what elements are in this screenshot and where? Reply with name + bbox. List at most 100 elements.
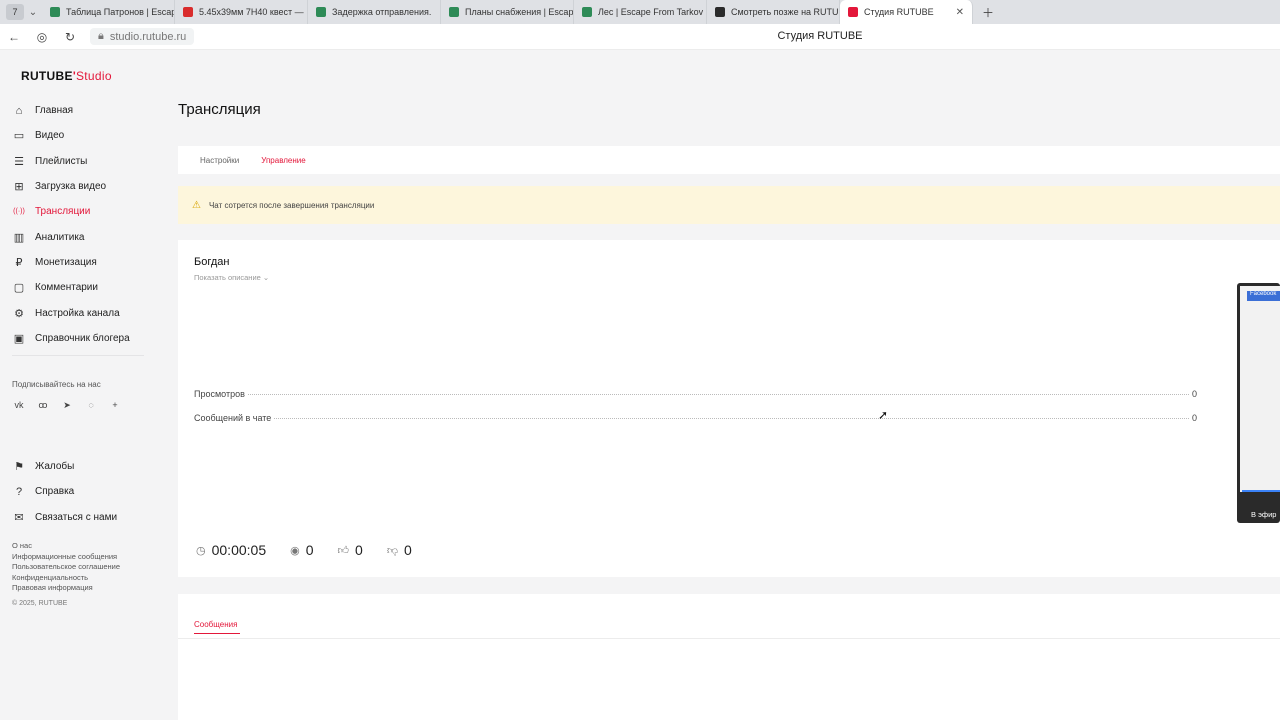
favicon-icon bbox=[715, 7, 725, 17]
footer-link[interactable]: Правовая информация bbox=[12, 583, 120, 594]
broadcast-icon: ((·)) bbox=[13, 208, 25, 216]
favicon-icon bbox=[582, 7, 592, 17]
show-description-toggle[interactable]: Показать описание ⌄ bbox=[194, 273, 269, 282]
chat-warning-alert: ⚠ Чат сотрется после завершения трансляц… bbox=[178, 186, 1280, 224]
tab-counter[interactable]: 7 bbox=[6, 4, 24, 20]
browser-tab[interactable]: Задержка отправления. bbox=[308, 0, 441, 24]
sidebar-divider bbox=[12, 355, 144, 356]
sidebar-item-label: Справочник блогера bbox=[35, 332, 130, 344]
preview-frame bbox=[1240, 286, 1280, 492]
browser-tab[interactable]: Лес | Escape From Tarkov bbox=[574, 0, 707, 24]
subscribe-label: Подписывайтесь на нас bbox=[12, 380, 101, 389]
tab-settings[interactable]: Настройки bbox=[200, 156, 239, 165]
sidebar-nav: ⌂ Главная ▭ Видео ☰ Плейлисты ⊞ Загрузка видео (… bbox=[12, 98, 150, 351]
new-tab-button[interactable]: ＋ bbox=[979, 3, 997, 21]
sidebar-item-home[interactable]: ⌂ Главная bbox=[12, 98, 150, 123]
messages-card: Сообщения bbox=[178, 594, 1280, 720]
dislikes-counter: 👎︎ 0 bbox=[386, 542, 412, 558]
footer-link[interactable]: Конфиденциальность bbox=[12, 573, 120, 584]
browser-tab-label: Планы снабжения | Escap bbox=[465, 7, 574, 17]
preview-badge: Facebook bbox=[1247, 291, 1280, 301]
sidebar-item-label: Справка bbox=[35, 486, 75, 498]
mouse-cursor-icon: ➚ bbox=[878, 408, 889, 422]
browser-tab[interactable]: Таблица Патронов | Escap bbox=[42, 0, 175, 24]
favicon-icon bbox=[449, 7, 459, 17]
sidebar-item-broadcast[interactable]: ((·)) Трансляции bbox=[12, 199, 150, 224]
sidebar-item-label: Загрузка видео bbox=[35, 181, 107, 193]
stream-preview[interactable]: Facebook В эфир bbox=[1237, 283, 1280, 523]
sidebar-item-label: Главная bbox=[35, 105, 74, 117]
sidebar-item-help[interactable]: ? Справка bbox=[12, 479, 150, 504]
stat-chat-messages: Сообщений в чате 0 bbox=[194, 413, 1197, 423]
stat-views: Просмотров 0 bbox=[194, 389, 1197, 399]
messages-divider bbox=[178, 638, 1280, 639]
stat-views-value: 0 bbox=[1191, 389, 1197, 399]
sidebar: RUTUBE'Studio ⌂ Главная ▭ Видео ☰ Плейлисты ⊞ З… bbox=[0, 50, 150, 720]
sidebar-item-settings[interactable]: ⚙ Настройка канала bbox=[12, 300, 150, 325]
footer-link[interactable]: Пользовательское соглашение bbox=[12, 562, 120, 573]
browser-tab-label: Таблица Патронов | Escap bbox=[66, 7, 175, 17]
sidebar-item-mail[interactable]: ✉ Связаться с нами bbox=[12, 505, 150, 530]
browser-tab-label: Смотреть позже на RUTU bbox=[731, 7, 839, 17]
thumbs-down-icon: 👎︎ bbox=[386, 544, 398, 557]
tab-management[interactable]: Управление bbox=[261, 156, 305, 165]
rutube-studio-logo[interactable]: RUTUBE'Studio bbox=[21, 69, 112, 83]
sidebar-item-analytics[interactable]: ▥ Аналитика bbox=[12, 224, 150, 249]
preview-progress bbox=[1242, 490, 1280, 492]
sidebar-item-playlist[interactable]: ☰ Плейлисты bbox=[12, 149, 150, 174]
footer-links: О нас Информационные сообщения Пользовател… bbox=[12, 541, 120, 594]
close-tab-icon[interactable]: ✕ bbox=[956, 7, 964, 18]
flag-icon: ⚑ bbox=[14, 461, 24, 474]
sidebar-item-label: Аналитика bbox=[35, 231, 85, 243]
browser-tab[interactable]: Планы снабжения | Escap bbox=[441, 0, 574, 24]
stream-name: Богдан bbox=[194, 256, 230, 268]
video-icon: ▭ bbox=[13, 130, 25, 143]
sidebar-item-comments[interactable]: ▢ Комментарии bbox=[12, 275, 150, 300]
ok-icon[interactable]: ꝏ bbox=[36, 400, 50, 411]
browser-tab-label: Задержка отправления. bbox=[332, 7, 432, 17]
sidebar-item-upload[interactable]: ⊞ Загрузка видео bbox=[12, 174, 150, 199]
sidebar-item-label: Жалобы bbox=[35, 461, 75, 473]
favicon-icon bbox=[848, 7, 858, 17]
footer-link[interactable]: Информационные сообщения bbox=[12, 552, 120, 563]
browser-tab-label: 5.45x39мм 7Н40 квест — bbox=[199, 7, 304, 17]
main-content: Трансляция Настройки Управление ⚠ Чат со… bbox=[150, 50, 1280, 720]
tabs-dropdown-icon[interactable]: ⌄ bbox=[24, 7, 42, 18]
sidebar-secondary-nav: ⚑ Жалобы? Справка ✉ Связаться с нами bbox=[12, 454, 150, 530]
telegram-icon[interactable]: ➤ bbox=[60, 400, 74, 411]
viewers-counter: ◉ 0 bbox=[290, 542, 314, 558]
settings-icon: ⚙ bbox=[14, 307, 24, 320]
tab-messages[interactable]: Сообщения bbox=[194, 620, 237, 629]
browser-tab[interactable]: Смотреть позже на RUTU bbox=[707, 0, 840, 24]
broadcast-tabs: Настройки Управление bbox=[178, 146, 1280, 174]
browser-tab[interactable]: 5.45x39мм 7Н40 квест — bbox=[175, 0, 308, 24]
clock-icon: ◷ bbox=[196, 544, 206, 557]
vk-icon[interactable]: vk bbox=[12, 400, 26, 411]
sidebar-item-label: Настройка канала bbox=[35, 307, 120, 319]
mail-icon: ✉ bbox=[14, 511, 24, 524]
sidebar-item-label: Трансляции bbox=[35, 206, 91, 218]
analytics-icon: ▥ bbox=[13, 231, 25, 244]
upload-icon: ⊞ bbox=[14, 181, 24, 194]
sidebar-item-label: Комментарии bbox=[35, 282, 98, 294]
warning-icon: ⚠ bbox=[192, 199, 201, 211]
page-title-bar: Студия RUTUBE bbox=[777, 30, 863, 42]
help-icon: ? bbox=[15, 485, 23, 498]
sidebar-item-flag[interactable]: ⚑ Жалобы bbox=[12, 454, 150, 479]
copyright: © 2025, RUTUBE bbox=[12, 600, 68, 607]
social-links: vk ꝏ ➤ ◌ + bbox=[12, 400, 122, 411]
favicon-icon bbox=[316, 7, 326, 17]
stream-counters: ◷ 00:00:05 ◉ 0 👍︎ 0 👎︎ 0 bbox=[196, 542, 412, 558]
sidebar-item-video[interactable]: ▭ Видео bbox=[12, 123, 150, 148]
home-icon: ⌂ bbox=[15, 104, 23, 117]
sidebar-item-book[interactable]: ▣ Справочник блогера bbox=[12, 326, 150, 351]
footer-link[interactable]: О нас bbox=[12, 541, 120, 552]
viber-icon[interactable]: ◌ bbox=[84, 400, 98, 411]
tab-underline bbox=[194, 633, 240, 634]
browser-tab[interactable]: Студия RUTUBE ✕ bbox=[840, 0, 973, 24]
stat-chat-messages-value: 0 bbox=[1191, 413, 1197, 423]
comments-icon: ▢ bbox=[13, 282, 25, 295]
plus-icon[interactable]: + bbox=[108, 400, 122, 411]
sidebar-item-monetization[interactable]: ₽ Монетизация bbox=[12, 250, 150, 275]
sidebar-item-label: Связаться с нами bbox=[35, 511, 118, 523]
